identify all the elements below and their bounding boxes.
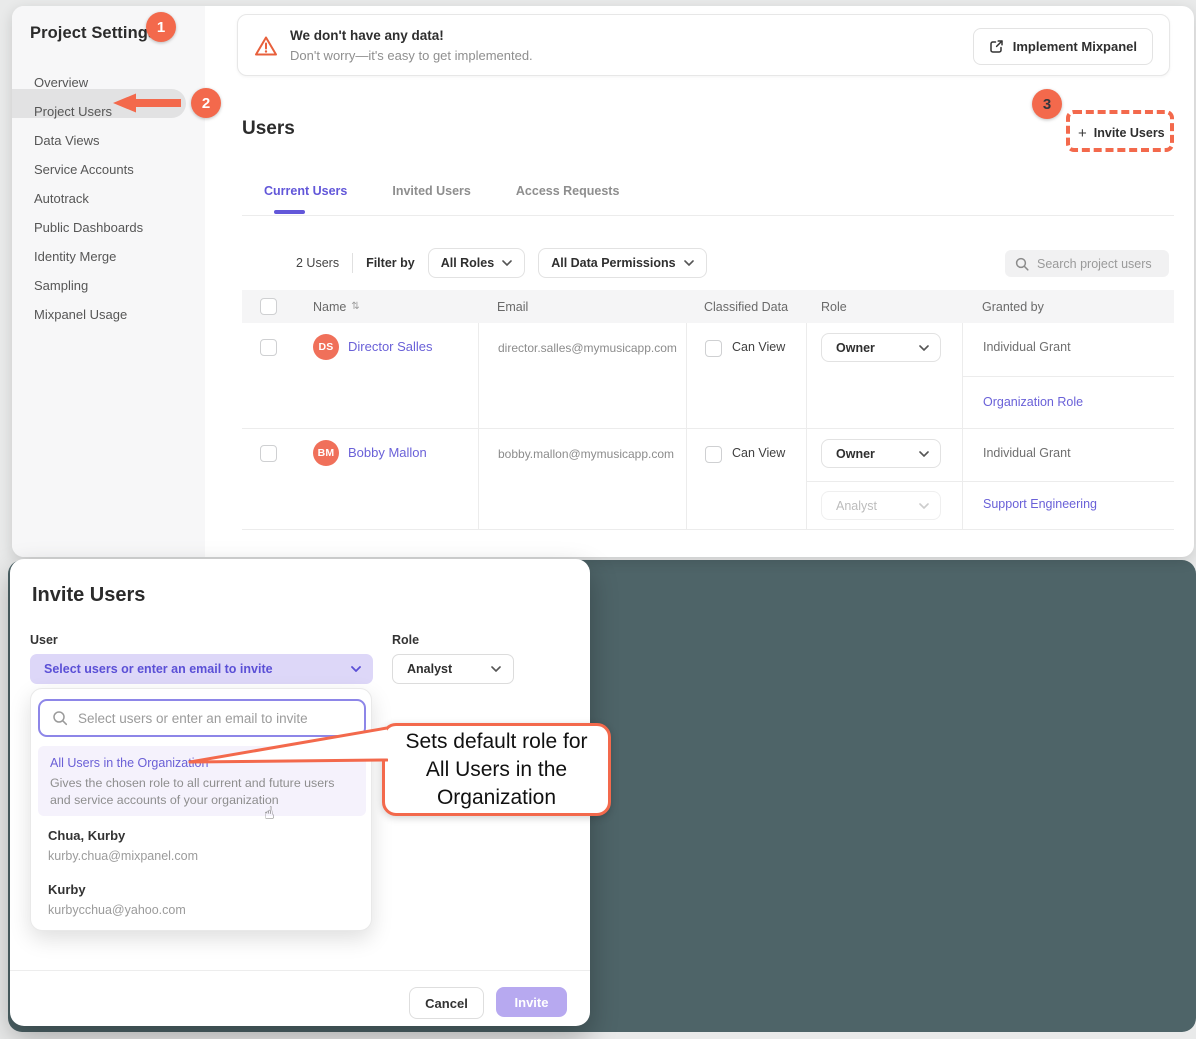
sidebar-item-mixpanel-usage[interactable]: Mixpanel Usage: [12, 300, 198, 329]
table-row: DS Director Salles director.salles@mymus…: [242, 323, 1174, 429]
page-title: Project Settings: [30, 24, 157, 43]
user-count: 2 Users: [296, 256, 339, 270]
implement-mixpanel-button[interactable]: Implement Mixpanel: [973, 28, 1153, 65]
role-label: Role: [392, 633, 419, 647]
chevron-down-icon: [351, 666, 361, 672]
annotation-callout: Sets default role for All Users in the O…: [382, 723, 611, 816]
chevron-down-icon: [919, 451, 929, 457]
user-email: director.salles@mymusicapp.com: [478, 323, 686, 428]
table-header-row: Name ⇅ Email Classified Data Role Granted…: [242, 290, 1174, 323]
implement-mixpanel-label: Implement Mixpanel: [1013, 39, 1137, 54]
can-view-checkbox[interactable]: [705, 340, 722, 357]
annotation-badge-3: 3: [1032, 89, 1062, 119]
sidebar-item-autotrack[interactable]: Autotrack: [12, 184, 198, 213]
col-granted: Granted by: [982, 300, 1044, 314]
chevron-down-icon: [919, 345, 929, 351]
col-classified: Classified Data: [704, 300, 788, 314]
warning-icon: [254, 35, 278, 62]
user-name-link[interactable]: Bobby Mallon: [348, 445, 427, 460]
search-icon: [1015, 257, 1029, 271]
tabs-divider: [242, 215, 1174, 216]
chevron-down-icon: [491, 666, 501, 672]
user-label: User: [30, 633, 58, 647]
avatar: DS: [313, 334, 339, 360]
tab-current-users[interactable]: Current Users: [252, 184, 359, 214]
divider: [352, 253, 353, 273]
table-row: BM Bobby Mallon bobby.mallon@mymusicapp.…: [242, 429, 1174, 530]
annotation-dashed-highlight: [1066, 110, 1174, 152]
page: { "colors": { "accent_coral": "#F3694C",…: [0, 0, 1196, 1039]
sidebar-item-data-views[interactable]: Data Views: [12, 126, 198, 155]
col-role: Role: [821, 300, 847, 314]
filter-by-label: Filter by: [366, 256, 415, 270]
sidebar-item-identity-merge[interactable]: Identity Merge: [12, 242, 198, 271]
tab-invited-users[interactable]: Invited Users: [380, 184, 483, 214]
can-view-checkbox[interactable]: [705, 446, 722, 463]
support-engineering-link[interactable]: Support Engineering: [983, 497, 1097, 511]
chevron-down-icon: [919, 503, 929, 509]
filter-row: 2 Users Filter by All Roles All Data Per…: [296, 248, 707, 278]
col-email: Email: [497, 300, 528, 314]
banner-subtitle: Don't worry—it's easy to get implemented…: [290, 48, 533, 63]
role-dropdown-disabled: Analyst: [821, 491, 941, 520]
chevron-down-icon: [684, 260, 694, 266]
project-settings-screenshot: Project Settings Overview Project Users …: [12, 6, 1194, 557]
row-checkbox[interactable]: [260, 339, 277, 356]
annotation-badge-2: 2: [191, 88, 221, 118]
sidebar-item-service-accounts[interactable]: Service Accounts: [12, 155, 198, 184]
roles-filter-dropdown[interactable]: All Roles: [428, 248, 526, 278]
role-dropdown[interactable]: Owner: [821, 439, 941, 468]
user-select-field[interactable]: Select users or enter an email to invite: [30, 654, 373, 684]
granted-by-value: Individual Grant: [963, 323, 1174, 376]
role-select-field[interactable]: Analyst: [392, 654, 514, 684]
select-all-checkbox[interactable]: [260, 298, 277, 315]
avatar: BM: [313, 440, 339, 466]
annotation-arrow-icon: [113, 93, 183, 113]
user-email: bobby.mallon@mymusicapp.com: [478, 429, 686, 529]
users-table: Name ⇅ Email Classified Data Role Granted…: [242, 290, 1174, 530]
invite-button[interactable]: Invite: [496, 987, 567, 1017]
banner-title: We don't have any data!: [290, 28, 444, 43]
granted-by-value: Individual Grant: [963, 429, 1174, 481]
option-user[interactable]: Kurby kurbycchua@yahoo.com: [48, 882, 186, 917]
sidebar-item-sampling[interactable]: Sampling: [12, 271, 198, 300]
can-view-label: Can View: [732, 446, 785, 460]
callout-pointer: [186, 724, 388, 770]
users-heading: Users: [242, 118, 295, 140]
user-name-link[interactable]: Director Salles: [348, 339, 433, 354]
organization-role-link[interactable]: Organization Role: [983, 395, 1083, 409]
option-user[interactable]: Chua, Kurby kurby.chua@mixpanel.com: [48, 828, 198, 863]
search-project-users-input[interactable]: Search project users: [1005, 250, 1169, 277]
settings-sidebar: Project Settings Overview Project Users …: [12, 6, 205, 557]
external-link-icon: [989, 39, 1004, 54]
sidebar-item-public-dashboards[interactable]: Public Dashboards: [12, 213, 198, 242]
annotation-badge-1: 1: [146, 12, 176, 42]
chevron-down-icon: [502, 260, 512, 266]
search-icon: [52, 710, 68, 726]
col-name: Name: [313, 300, 346, 314]
dialog-footer: Cancel Invite: [10, 970, 590, 1027]
callout-text: Sets default role for All Users in the O…: [393, 728, 601, 812]
tab-access-requests[interactable]: Access Requests: [504, 184, 632, 214]
can-view-label: Can View: [732, 340, 785, 354]
row-checkbox[interactable]: [260, 445, 277, 462]
search-placeholder: Search project users: [1037, 257, 1152, 271]
no-data-banner: We don't have any data! Don't worry—it's…: [237, 14, 1170, 76]
dialog-title: Invite Users: [32, 584, 145, 607]
cancel-button[interactable]: Cancel: [409, 987, 484, 1019]
sort-icon[interactable]: ⇅: [351, 301, 359, 312]
users-tabs: Current Users Invited Users Access Reque…: [252, 184, 631, 214]
option-description: Gives the chosen role to all current and…: [50, 775, 354, 809]
permissions-filter-dropdown[interactable]: All Data Permissions: [538, 248, 706, 278]
role-dropdown[interactable]: Owner: [821, 333, 941, 362]
